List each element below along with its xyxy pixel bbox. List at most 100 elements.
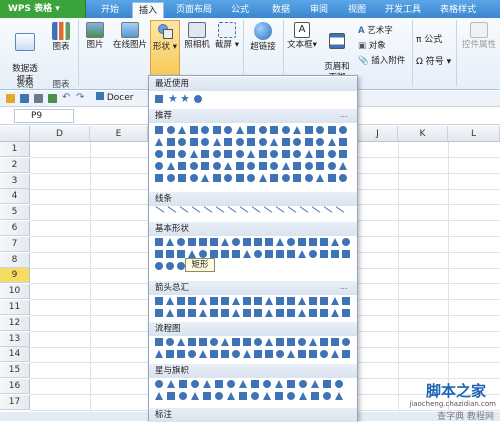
gallery-shape[interactable] [304, 150, 313, 158]
gallery-shape[interactable] [189, 174, 198, 182]
column-header-e[interactable]: E [90, 126, 148, 142]
gallery-shape[interactable] [309, 350, 317, 358]
gallery-shape[interactable] [210, 250, 218, 258]
print-icon[interactable] [34, 94, 43, 103]
save-icon[interactable] [20, 94, 29, 103]
gallery-shape[interactable] [320, 238, 328, 246]
gallery-shape[interactable] [199, 238, 207, 246]
gallery-shape[interactable] [281, 162, 290, 170]
gallery-shape[interactable] [155, 238, 163, 246]
gallery-shape[interactable] [251, 392, 259, 400]
gallery-shape[interactable] [281, 150, 290, 158]
gallery-shape[interactable] [265, 338, 273, 346]
gallery-shape[interactable] [191, 380, 199, 388]
gallery-shape[interactable] [155, 262, 163, 270]
gallery-shape[interactable] [342, 250, 350, 258]
gallery-shape[interactable] [212, 174, 221, 182]
row-header[interactable]: 9 [0, 268, 30, 284]
gallery-shape[interactable] [323, 392, 331, 400]
gallery-shape[interactable] [299, 380, 307, 388]
gallery-shape[interactable] [166, 350, 174, 358]
gallery-shape[interactable] [258, 138, 267, 146]
gallery-shape[interactable] [232, 309, 240, 317]
gallery-shape[interactable] [178, 174, 186, 182]
gallery-shape[interactable] [224, 138, 232, 146]
gallery-shape[interactable] [177, 250, 185, 258]
gallery-shape[interactable] [227, 392, 235, 400]
gallery-shape[interactable] [254, 309, 262, 317]
gallery-shape[interactable] [309, 238, 317, 246]
gallery-shape[interactable] [177, 309, 185, 317]
gallery-shape[interactable] [221, 350, 229, 358]
gallery-shape[interactable] [258, 126, 267, 134]
gallery-shape[interactable] [254, 338, 262, 346]
gallery-shape[interactable] [188, 250, 196, 258]
tab-table-style[interactable]: 表格样式 [432, 2, 484, 18]
gallery-shape[interactable] [339, 126, 347, 134]
gallery-shape[interactable] [177, 297, 185, 305]
gallery-shape[interactable] [178, 150, 186, 158]
gallery-shape[interactable] [287, 338, 295, 346]
gallery-shape[interactable] [189, 126, 198, 134]
online-picture-button[interactable]: 在线图片 [110, 22, 150, 51]
gallery-shape[interactable] [243, 238, 251, 246]
gallery-shape[interactable] [189, 162, 198, 170]
gallery-shape[interactable] [270, 174, 278, 182]
gallery-shape[interactable] [265, 238, 273, 246]
gallery-shape[interactable] [258, 150, 267, 158]
row-header[interactable]: 17 [0, 394, 30, 410]
gallery-shape[interactable] [309, 297, 317, 305]
gallery-shape[interactable] [293, 138, 301, 146]
gallery-shape[interactable] [247, 150, 255, 158]
row-header[interactable]: 13 [0, 331, 30, 347]
shapes-button-content[interactable]: 形状 ▾ [151, 22, 179, 53]
gallery-shape[interactable] [199, 350, 207, 358]
gallery-shape[interactable] [235, 126, 244, 134]
gallery-shape[interactable] [320, 350, 328, 358]
gallery-shape[interactable] [304, 174, 313, 182]
gallery-shape[interactable] [224, 150, 232, 158]
gallery-shape[interactable] [287, 238, 295, 246]
gallery-shape[interactable] [323, 380, 331, 388]
gallery-shape[interactable] [166, 250, 174, 258]
gallery-shape[interactable] [276, 309, 284, 317]
gallery-shape[interactable] [212, 126, 221, 134]
gallery-shape[interactable] [270, 162, 278, 170]
gallery-shape[interactable] [327, 162, 336, 170]
gallery-shape[interactable] [342, 238, 350, 246]
gallery-shape[interactable] [178, 126, 186, 134]
gallery-shape[interactable] [320, 250, 328, 258]
gallery-shape[interactable] [239, 380, 247, 388]
gallery-shape[interactable] [265, 309, 273, 317]
gallery-shape[interactable] [188, 350, 196, 358]
gallery-shape[interactable] [166, 297, 174, 305]
gallery-shape[interactable] [201, 150, 209, 158]
gallery-shape[interactable] [251, 380, 259, 388]
widget-properties-button[interactable]: 控件属性 [460, 22, 498, 51]
gallery-shape[interactable] [254, 250, 262, 258]
name-box[interactable]: P9 [14, 109, 74, 123]
gallery-shape[interactable] [311, 392, 319, 400]
gallery-shape[interactable] [215, 380, 223, 388]
gallery-shape[interactable] [188, 297, 196, 305]
picture-button[interactable]: 图片 [82, 22, 108, 51]
gallery-shape[interactable] [293, 126, 301, 134]
row-header[interactable]: 15 [0, 363, 30, 379]
hyperlink-button[interactable]: 超链接 [247, 22, 279, 53]
gallery-shape[interactable] [232, 297, 240, 305]
gallery-shape[interactable] [177, 350, 185, 358]
attachment-button[interactable]: 📎 插入附件 [358, 54, 405, 66]
gallery-shape[interactable] [311, 380, 319, 388]
gallery-shape[interactable] [210, 350, 218, 358]
gallery-shape[interactable] [212, 162, 221, 170]
gallery-shape[interactable] [221, 338, 229, 346]
gallery-shape[interactable] [254, 297, 262, 305]
gallery-shape[interactable] [309, 250, 317, 258]
gallery-shape[interactable] [304, 162, 313, 170]
gallery-shape[interactable] [316, 126, 324, 134]
shape-rectangle[interactable] [155, 95, 163, 103]
row-header[interactable]: 8 [0, 252, 30, 268]
gallery-shape[interactable] [254, 238, 262, 246]
gallery-shape[interactable] [276, 297, 284, 305]
row-header[interactable]: 12 [0, 315, 30, 331]
